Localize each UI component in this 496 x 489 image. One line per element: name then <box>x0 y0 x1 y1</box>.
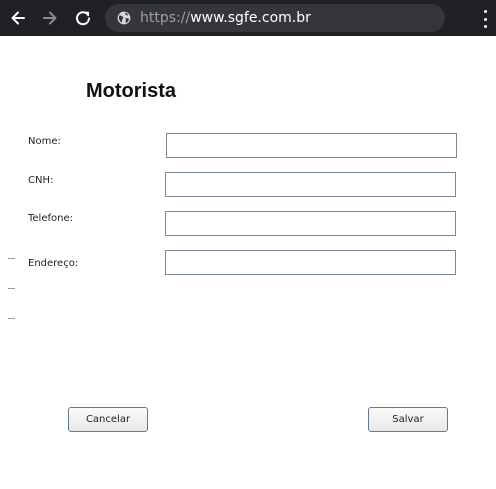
page-title: Motorista <box>86 80 176 102</box>
name-input[interactable] <box>166 133 457 158</box>
browser-toolbar: https://www.sgfe.com.br <box>0 0 496 36</box>
arrow-right-icon <box>43 11 57 25</box>
address-bar[interactable]: https://www.sgfe.com.br <box>105 4 445 32</box>
url-scheme: https:// <box>140 10 191 26</box>
globe-icon[interactable] <box>117 11 131 25</box>
save-button[interactable]: Salvar <box>368 407 448 432</box>
phone-label: Telefone: <box>28 213 73 224</box>
address-label: Endereço: <box>28 258 79 269</box>
menu-dot <box>483 25 487 28</box>
forward-button[interactable] <box>38 6 62 30</box>
menu-dot <box>483 17 487 21</box>
url-host: www.sgfe.com.br <box>190 10 311 26</box>
arrow-left-icon <box>11 11 25 25</box>
kebab-menu-icon[interactable] <box>478 10 492 28</box>
edge-tick <box>8 288 15 289</box>
back-button[interactable] <box>6 6 30 30</box>
cancel-button[interactable]: Cancelar <box>68 407 148 432</box>
name-label: Nome: <box>28 136 61 147</box>
edge-tick <box>8 318 15 319</box>
url-text[interactable]: https://www.sgfe.com.br <box>140 9 311 27</box>
reload-icon <box>76 11 90 26</box>
reload-button[interactable] <box>71 6 95 30</box>
menu-dot <box>483 10 487 13</box>
cnh-input[interactable] <box>165 172 456 197</box>
cnh-label: CNH: <box>28 175 54 186</box>
address-input[interactable] <box>165 250 456 275</box>
edge-tick <box>8 258 15 259</box>
phone-input[interactable] <box>165 211 456 236</box>
